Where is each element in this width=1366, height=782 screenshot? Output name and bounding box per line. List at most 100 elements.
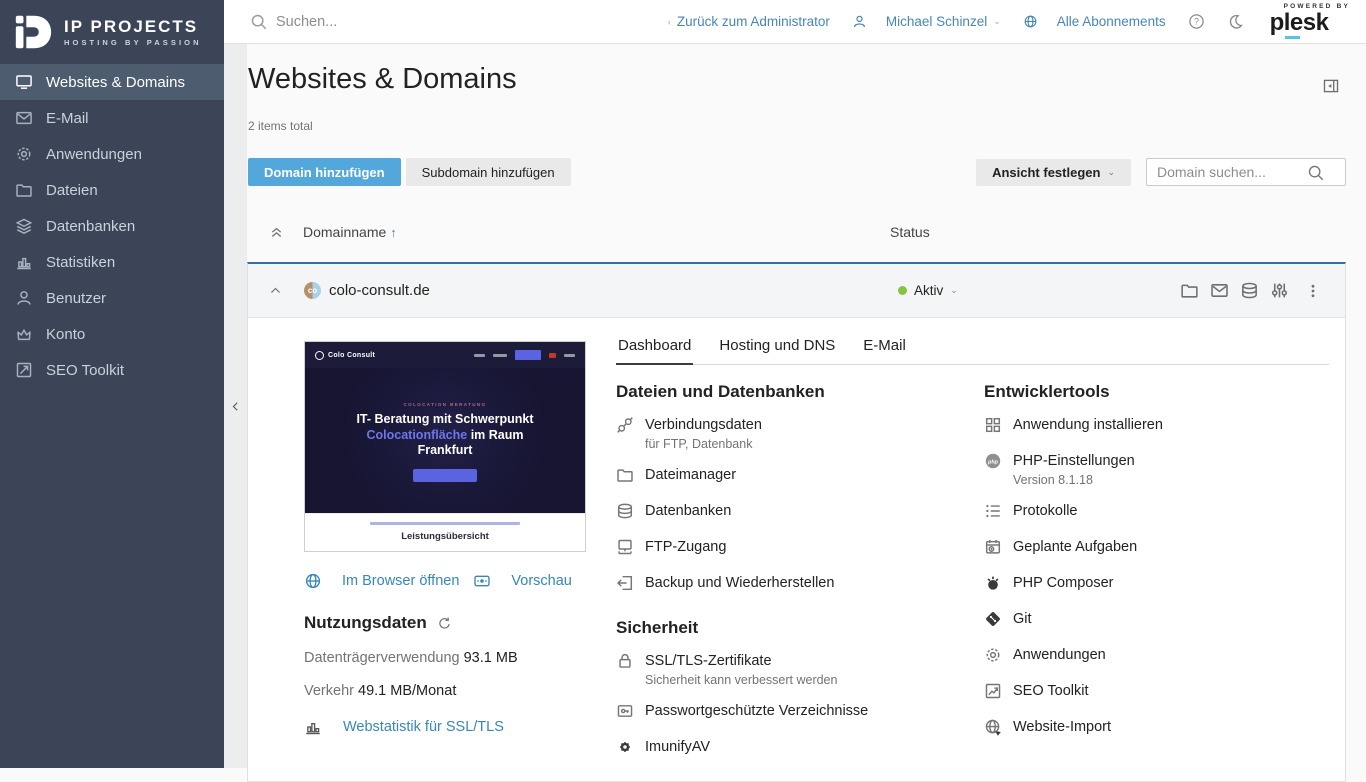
barchart-icon	[304, 718, 322, 736]
column-header-domainname[interactable]: Domainname↑	[303, 224, 397, 240]
preview-site-nav	[474, 350, 575, 360]
sidebar-item-statistiken[interactable]: Statistiken	[0, 244, 224, 280]
preview-site-tagline: COLOCATION BERATUNG	[305, 402, 585, 407]
preview-link[interactable]: Vorschau	[473, 572, 571, 590]
tab-hosting-und-dns[interactable]: Hosting und DNS	[717, 331, 837, 365]
website-preview-thumbnail[interactable]: Colo Consult COLOCATION BERATUNG IT- Ber…	[304, 341, 586, 552]
toolbar: Domain hinzufügen Subdomain hinzufügen A…	[248, 158, 1366, 186]
chevron-left-icon: ‹	[668, 17, 671, 27]
sidebar-item-websites-domains[interactable]: Websites & Domains	[0, 64, 224, 100]
dashboard-item-imunifyav[interactable]: ImunifyAV	[616, 729, 984, 765]
row-action-icons	[1180, 281, 1289, 300]
domain-list-header: Domainname↑ Status	[247, 217, 1366, 247]
set-view-button[interactable]: Ansicht festlegen ⌄	[976, 159, 1131, 186]
sidebar-item-seo-toolkit[interactable]: SEO Toolkit	[0, 352, 224, 388]
collapse-row-icon[interactable]	[269, 284, 282, 297]
dashboard-item-backup-und-wiederherstellen[interactable]: Backup und Wiederherstellen	[616, 565, 984, 601]
status-dropdown[interactable]: Aktiv ⌄	[898, 283, 958, 298]
all-subscriptions-link[interactable]: Alle Abonnements	[1023, 14, 1166, 29]
dashboard-item-anwendungen[interactable]: Anwendungen	[984, 637, 1329, 673]
chevron-down-icon: ⌄	[993, 16, 1001, 27]
dashboard-item-ftp-zugang[interactable]: FTP-Zugang	[616, 529, 984, 565]
sidebar-item-label: Konto	[46, 326, 85, 343]
dashboard-item-subtext: Sicherheit kann verbessert werden	[645, 672, 984, 687]
tab-e-mail[interactable]: E-Mail	[861, 331, 908, 365]
collapse-panel-icon[interactable]	[1322, 77, 1340, 95]
dashboard-item-geplante-aufgaben[interactable]: Geplante Aufgaben	[984, 529, 1329, 565]
collapse-all-icon[interactable]	[269, 225, 284, 240]
monitor-icon	[15, 73, 33, 91]
sidebar-item-label: Datenbanken	[46, 218, 135, 235]
dashboard-item-website-import[interactable]: Website-Import	[984, 709, 1329, 745]
dashboard-item-passwortgesch-tzte-verzeichnisse[interactable]: Passwortgeschützte Verzeichnisse	[616, 693, 984, 729]
ip-projects-logo[interactable]: IP PROJECTS HOSTING BY PASSION	[0, 0, 224, 64]
quick-links: Im Browser öffnen Vorschau	[304, 572, 586, 590]
dashboard-column-left: Dateien und DatenbankenVerbindungsdatenf…	[616, 382, 984, 765]
chevron-left-icon	[230, 401, 241, 412]
dark-mode-moon-icon[interactable]	[1227, 13, 1244, 30]
add-subdomain-button[interactable]: Subdomain hinzufügen	[406, 158, 571, 186]
refresh-icon[interactable]	[437, 616, 452, 631]
preview-site-logo-icon	[315, 351, 324, 360]
sidebar-item-anwendungen[interactable]: Anwendungen	[0, 136, 224, 172]
sidebar-item-benutzer[interactable]: Benutzer	[0, 280, 224, 316]
tab-dashboard[interactable]: Dashboard	[616, 331, 693, 365]
global-search[interactable]	[250, 13, 668, 31]
layers-icon	[15, 217, 33, 235]
sidebar-item-label: Statistiken	[46, 254, 115, 271]
gear-icon	[984, 646, 1002, 664]
preview-site-footer-tagline	[370, 522, 520, 525]
globeimport-icon	[984, 718, 1002, 736]
back-to-administrator-link[interactable]: ‹ Zurück zum Administrator	[668, 14, 830, 29]
sliders-icon[interactable]	[1270, 281, 1289, 300]
global-search-input[interactable]	[276, 14, 576, 30]
status-label: Aktiv	[914, 283, 943, 298]
kebab-menu-icon[interactable]	[1305, 283, 1321, 299]
sidebar: IP PROJECTS HOSTING BY PASSION Websites …	[0, 0, 224, 768]
sidebar-item-label: SEO Toolkit	[46, 362, 124, 379]
plesk-accent-underline	[1285, 36, 1300, 39]
eye-icon	[473, 572, 491, 590]
folder-icon[interactable]	[1180, 281, 1199, 300]
search-icon[interactable]	[1307, 164, 1325, 182]
domain-name-link[interactable]: colo-consult.de	[329, 282, 430, 299]
dashboard-item-dateimanager[interactable]: Dateimanager	[616, 457, 984, 493]
sidebar-item-datenbanken[interactable]: Datenbanken	[0, 208, 224, 244]
user-icon	[852, 14, 867, 29]
usage-heading: Nutzungsdaten	[304, 613, 586, 633]
dashboard-item-protokolle[interactable]: Protokolle	[984, 493, 1329, 529]
list-icon	[984, 502, 1002, 520]
items-total: 2 items total	[248, 119, 1366, 133]
envelope-icon[interactable]	[1210, 281, 1229, 300]
envelope-icon	[15, 109, 33, 127]
add-domain-button[interactable]: Domain hinzufügen	[248, 158, 401, 186]
passdir-icon	[616, 702, 634, 720]
open-in-browser-link[interactable]: Im Browser öffnen	[304, 572, 459, 590]
webstat-link[interactable]: Webstatistik für SSL/TLS	[304, 718, 586, 736]
dashboard-item-subtext: für FTP, Datenbank	[645, 436, 984, 451]
sidebar-collapse-strip[interactable]	[224, 44, 247, 768]
dashboard-item-php-composer[interactable]: PHP Composer	[984, 565, 1329, 601]
user-menu[interactable]: Michael Schinzel ⌄	[852, 14, 1001, 29]
domain-row-header: co colo-consult.de Aktiv ⌄	[248, 264, 1345, 318]
dashboard-item-datenbanken[interactable]: Datenbanken	[616, 493, 984, 529]
dashboard-item-seo-toolkit[interactable]: SEO Toolkit	[984, 673, 1329, 709]
sidebar-item-dateien[interactable]: Dateien	[0, 172, 224, 208]
barchart-icon	[15, 253, 33, 271]
sidebar-item-konto[interactable]: Konto	[0, 316, 224, 352]
column-header-status: Status	[890, 224, 930, 240]
sidebar-item-e-mail[interactable]: E-Mail	[0, 100, 224, 136]
domain-favicon: co	[304, 282, 321, 299]
sidebar-item-label: Dateien	[46, 182, 98, 199]
svg-text:?: ?	[1194, 17, 1199, 27]
dashboard-item-git[interactable]: Git	[984, 601, 1329, 637]
dashboard-item-anwendung-installieren[interactable]: Anwendung installieren	[984, 407, 1329, 443]
folder-icon	[616, 466, 634, 484]
database-icon[interactable]	[1240, 281, 1259, 300]
user-icon	[15, 289, 33, 307]
help-icon[interactable]: ?	[1188, 13, 1205, 30]
logo-subtitle: HOSTING BY PASSION	[64, 38, 202, 47]
logo-title: IP PROJECTS	[64, 17, 202, 37]
gear-icon	[15, 145, 33, 163]
dashboard-column-right: EntwicklertoolsAnwendung installierenphp…	[984, 382, 1329, 765]
